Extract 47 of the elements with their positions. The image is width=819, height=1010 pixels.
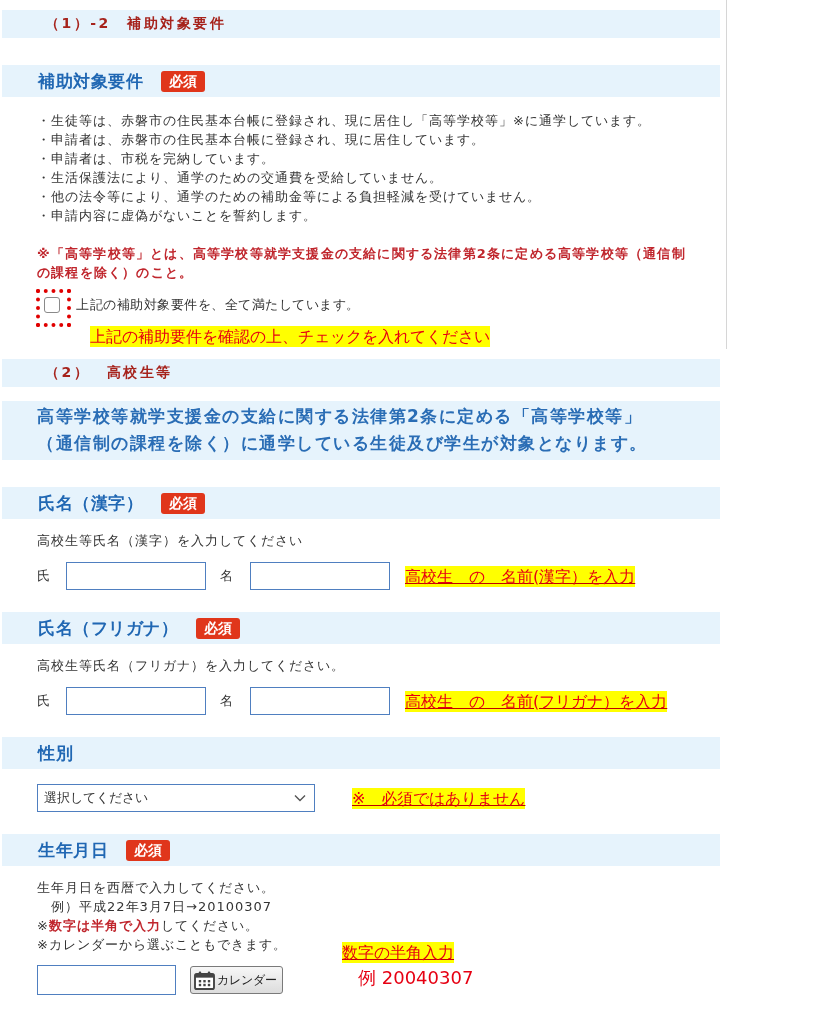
field-label: 氏: [37, 692, 51, 710]
annotation-note: 数字の半角入力: [342, 942, 454, 963]
hint-text: 高校生等氏名（フリガナ）を入力してください。: [37, 657, 345, 675]
hint-text: 生年月日を西暦で入力してください。: [37, 879, 275, 897]
requirement-item: ・申請者は、市税を完納しています。: [37, 150, 275, 168]
text-field[interactable]: [250, 687, 390, 715]
text-field[interactable]: [66, 562, 206, 590]
chevron-down-icon: [294, 794, 306, 802]
calendar-icon: [194, 970, 215, 990]
text-field[interactable]: [66, 687, 206, 715]
field-heading: 生年月日: [38, 838, 108, 862]
field-heading: 氏名（フリガナ）: [38, 616, 178, 640]
warning-note: ※「高等学校等」とは、高等学校等就学支援金の支給に関する法律第2条に定める高等学校等（通信制の課程を除く）のこと。: [37, 245, 687, 282]
field-label: 氏: [37, 567, 51, 585]
requirement-item: ・生徒等は、赤磐市の住民基本台帳に登録され、現に居住し「高等学校等」※に通学しています。: [37, 112, 651, 130]
highlight-frame: [36, 289, 71, 327]
checkbox[interactable]: [44, 297, 60, 313]
dropdown[interactable]: 選択してください: [37, 784, 315, 812]
requirement-item: ・生活保護法により、通学のための交通費を受給していません。: [37, 169, 443, 187]
requirement-item: ・他の法令等により、通学のための補助金等による負担軽減を受けていません。: [37, 188, 541, 206]
requirement-item: ・申請者は、赤磐市の住民基本台帳に登録され、現に居住しています。: [37, 131, 485, 149]
annotation-note: 上記の補助要件を確認の上、チェックを入れてください: [90, 326, 490, 347]
required-badge: 必須: [161, 492, 205, 514]
checkbox-label: 上記の補助対象要件を、全て満たしています。: [76, 296, 360, 314]
field-heading: 補助対象要件: [38, 69, 143, 93]
calendar-button[interactable]: カレンダー: [190, 966, 283, 994]
requirement-item: ・申請内容に虚偽がないことを誓約します。: [37, 207, 317, 225]
hint-text: 例）平成22年3月7日→20100307: [50, 898, 273, 916]
required-badge: 必須: [126, 839, 170, 861]
info-text: 高等学校等就学支援金の支給に関する法律第2条に定める「高等学校等」（通信制の課程を除く）に通学している生徒及び学生が対象となります。: [37, 405, 649, 455]
annotation-note: 高校生 の 名前(フリガナ）を入力: [405, 690, 668, 712]
required-badge: 必須: [161, 70, 205, 92]
hint-text: ※数字は半角で入力してください。: [37, 917, 259, 935]
field-label: 名: [220, 692, 234, 710]
annotation-note: 高校生 の 名前(漢字）を入力: [405, 565, 636, 587]
field-heading: 氏名（漢字）: [38, 491, 143, 515]
date-field[interactable]: [37, 965, 176, 995]
text-field[interactable]: [250, 562, 390, 590]
section-title: （1）-2 補助対象要件: [45, 15, 227, 33]
annotation-note: ※ 必須ではありません: [352, 787, 526, 809]
hint-text: 高校生等氏名（漢字）を入力してください: [37, 532, 303, 550]
field-heading: 性別: [38, 741, 73, 765]
required-badge: 必須: [196, 617, 240, 639]
field-label: 名: [220, 567, 234, 585]
example-text: 例 20040307: [358, 968, 474, 988]
hint-text: ※カレンダーから選ぶこともできます。: [37, 936, 287, 954]
section-title: （2） 高校生等: [45, 364, 173, 382]
